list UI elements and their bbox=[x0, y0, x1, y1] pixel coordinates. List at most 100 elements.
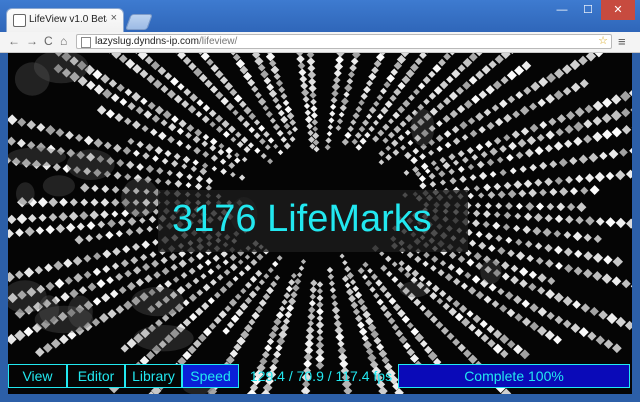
close-window-button[interactable]: ✕ bbox=[601, 0, 635, 20]
life-cell bbox=[132, 120, 141, 130]
reload-icon[interactable]: C bbox=[44, 34, 53, 48]
life-cell bbox=[266, 337, 275, 346]
life-cell bbox=[487, 191, 496, 199]
life-cell bbox=[546, 72, 557, 83]
life-cell bbox=[539, 161, 548, 170]
life-cell bbox=[515, 251, 526, 261]
life-cell bbox=[370, 273, 378, 281]
life-cell bbox=[86, 80, 96, 91]
fps-readout: 129.4 / 70.9 / 117.4 fps bbox=[249, 368, 393, 384]
bookmark-star-icon[interactable]: ☆ bbox=[598, 34, 608, 47]
address-url[interactable]: lazyslug.dyndns-ip.com/lifeview/ bbox=[95, 36, 237, 47]
maximize-button[interactable]: ☐ bbox=[575, 0, 601, 20]
life-cell bbox=[210, 279, 217, 286]
life-cell bbox=[505, 236, 513, 244]
speed-button[interactable]: Speed bbox=[182, 364, 239, 388]
life-cell bbox=[380, 87, 387, 95]
view-button[interactable]: View bbox=[8, 364, 67, 388]
life-cell bbox=[176, 139, 184, 147]
life-cell bbox=[92, 297, 102, 306]
life-cell bbox=[467, 117, 476, 125]
life-cell bbox=[385, 255, 392, 263]
life-cell bbox=[150, 128, 158, 137]
life-cell bbox=[176, 127, 184, 135]
life-cell bbox=[384, 291, 392, 299]
life-cell bbox=[486, 158, 495, 167]
life-cell bbox=[250, 258, 258, 266]
life-cell bbox=[74, 235, 84, 245]
life-cell bbox=[514, 212, 522, 220]
life-cell bbox=[442, 161, 451, 170]
life-cell bbox=[362, 261, 369, 268]
address-bar[interactable]: lazyslug.dyndns-ip.com/lifeview/ ☆ bbox=[76, 34, 612, 49]
life-cell bbox=[69, 198, 78, 207]
life-cell bbox=[481, 65, 491, 75]
life-cell bbox=[350, 119, 357, 126]
life-cell bbox=[563, 247, 573, 257]
life-cell bbox=[548, 117, 557, 126]
life-cell bbox=[467, 192, 474, 200]
life-cell bbox=[119, 98, 128, 106]
life-cell bbox=[59, 334, 69, 345]
library-button[interactable]: Library bbox=[125, 364, 182, 388]
life-cell bbox=[182, 155, 191, 164]
browser-tab[interactable]: LifeView v1.0 Beta (b × bbox=[6, 8, 124, 32]
life-cell bbox=[53, 260, 64, 271]
life-cell bbox=[339, 104, 347, 112]
back-icon[interactable]: ← bbox=[8, 34, 20, 48]
life-cell bbox=[514, 313, 523, 322]
life-cell bbox=[97, 220, 106, 229]
life-cell bbox=[277, 109, 285, 117]
life-cell bbox=[222, 327, 230, 335]
life-cell bbox=[193, 67, 203, 77]
life-cell bbox=[339, 253, 345, 259]
browser-menu-icon[interactable]: ≡ bbox=[618, 34, 626, 49]
life-cell bbox=[306, 57, 316, 66]
life-cell bbox=[419, 304, 427, 312]
life-cell bbox=[68, 211, 79, 221]
life-cell bbox=[270, 280, 278, 288]
home-icon[interactable]: ⌂ bbox=[60, 34, 67, 48]
life-cell bbox=[595, 217, 605, 226]
life-cell bbox=[508, 141, 517, 151]
life-cell bbox=[510, 264, 519, 273]
life-cell bbox=[201, 302, 210, 311]
life-cell bbox=[181, 163, 188, 170]
life-cell bbox=[280, 92, 288, 100]
tab-close-icon[interactable]: × bbox=[111, 12, 117, 24]
life-cell bbox=[436, 145, 443, 153]
life-cell bbox=[36, 122, 46, 132]
life-cell bbox=[58, 212, 68, 222]
life-cell bbox=[78, 286, 88, 295]
minimize-button[interactable]: — bbox=[549, 0, 575, 20]
life-cell bbox=[521, 60, 532, 71]
life-cell bbox=[172, 276, 180, 283]
life-cell bbox=[73, 272, 83, 283]
life-cell bbox=[422, 76, 431, 85]
life-cell bbox=[116, 83, 125, 92]
forward-icon[interactable]: → bbox=[26, 34, 38, 48]
life-cell bbox=[331, 306, 341, 315]
editor-button[interactable]: Editor bbox=[67, 364, 125, 388]
life-cell bbox=[336, 118, 344, 125]
life-cell bbox=[209, 137, 218, 146]
life-cell bbox=[435, 321, 444, 330]
life-cell bbox=[459, 175, 467, 183]
life-cell bbox=[436, 102, 445, 111]
life-cell bbox=[378, 159, 385, 166]
life-cell bbox=[273, 317, 282, 326]
new-tab-button[interactable] bbox=[125, 14, 153, 30]
life-cell bbox=[100, 74, 110, 84]
life-cell bbox=[489, 147, 498, 156]
lifeview-canvas[interactable]: 3176 LifeMarks bbox=[8, 53, 632, 394]
life-cell bbox=[157, 66, 167, 76]
life-cell bbox=[471, 275, 481, 284]
life-cell bbox=[306, 122, 313, 130]
life-cell bbox=[127, 217, 137, 226]
life-cell bbox=[331, 89, 339, 98]
life-cell bbox=[354, 132, 362, 139]
life-cell bbox=[111, 198, 120, 207]
life-cell bbox=[502, 223, 511, 231]
life-cell bbox=[178, 259, 187, 268]
life-cell bbox=[354, 291, 363, 299]
